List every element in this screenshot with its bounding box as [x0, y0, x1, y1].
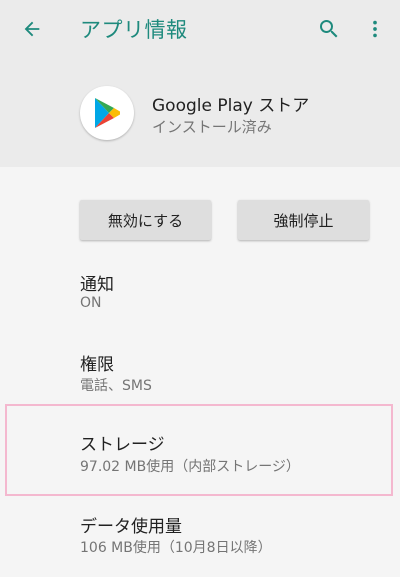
more-options-button[interactable] [362, 13, 388, 45]
item-subtitle: 106 MB使用（10月8日以降） [80, 540, 272, 556]
arrow-left-icon [24, 21, 40, 37]
more-vertical-icon [373, 20, 377, 38]
app-info-screen: アプリ情報 Google Play ストア インストール済み 無効にする 強制停… [0, 0, 400, 577]
back-button[interactable] [14, 13, 50, 45]
toolbar: アプリ情報 [0, 0, 400, 58]
force-stop-button[interactable]: 強制停止 [238, 200, 369, 240]
item-subtitle: ON [80, 295, 102, 311]
disable-button[interactable]: 無効にする [80, 200, 211, 240]
item-title: 通知 [80, 275, 114, 295]
item-title: ストレージ [80, 435, 165, 455]
list-item-permissions[interactable]: 権限 電話、SMS [0, 342, 400, 402]
list-item-notifications[interactable]: 通知 ON [0, 262, 400, 322]
app-install-status: インストール済み [152, 118, 272, 136]
item-subtitle: 電話、SMS [80, 378, 152, 394]
item-title: 権限 [80, 355, 114, 375]
list-item-data-usage[interactable]: データ使用量 106 MB使用（10月8日以降） [0, 504, 400, 564]
list-item-storage[interactable]: ストレージ 97.02 MB使用（内部ストレージ） [5, 404, 393, 496]
item-title: データ使用量 [80, 517, 182, 537]
item-subtitle: 97.02 MB使用（内部ストレージ） [80, 459, 300, 475]
app-icon [80, 86, 134, 140]
app-summary: Google Play ストア インストール済み [0, 80, 400, 146]
search-icon [320, 20, 338, 38]
google-play-icon [95, 98, 120, 128]
search-button[interactable] [313, 13, 345, 45]
app-name: Google Play ストア [152, 96, 310, 116]
app-header: アプリ情報 Google Play ストア インストール済み [0, 0, 400, 167]
page-title: アプリ情報 [80, 18, 188, 42]
